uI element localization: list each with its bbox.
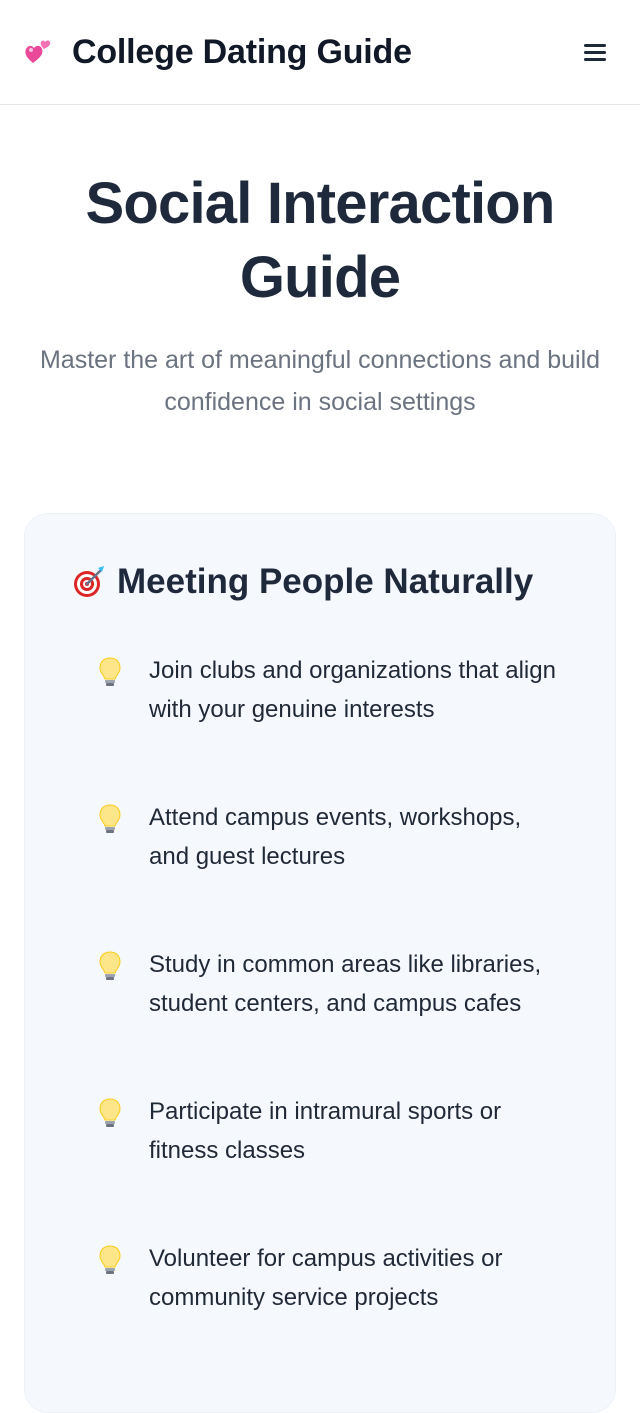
target-icon [71, 564, 107, 600]
tip-text: Participate in intramural sports or fitn… [149, 1098, 502, 1164]
section-title: Meeting People Naturally [117, 562, 534, 601]
tip-item: Attend campus events, workshops, and gue… [97, 799, 567, 876]
lightbulb-icon [97, 1244, 123, 1276]
tip-item: Participate in intramural sports or fitn… [97, 1093, 567, 1170]
main-content: Social Interaction Guide Master the art … [0, 105, 640, 1413]
hero-section: Social Interaction Guide Master the art … [0, 105, 640, 423]
tip-item: Join clubs and organizations that align … [97, 652, 567, 729]
menu-line [584, 58, 606, 61]
tips-list: Join clubs and organizations that align … [97, 652, 567, 1317]
site-header: College Dating Guide [0, 0, 640, 105]
tip-text: Join clubs and organizations that align … [149, 657, 556, 723]
section-heading: Meeting People Naturally [71, 562, 533, 602]
menu-line [584, 44, 606, 47]
site-title: College Dating Guide [72, 32, 412, 71]
hamburger-menu-icon[interactable] [584, 42, 606, 62]
menu-line [584, 51, 606, 54]
lightbulb-icon [97, 1097, 123, 1129]
lightbulb-icon [97, 803, 123, 835]
tip-item: Volunteer for campus activities or commu… [97, 1240, 567, 1317]
tip-text: Volunteer for campus activities or commu… [149, 1245, 503, 1311]
brand[interactable]: College Dating Guide [24, 33, 412, 72]
page-title: Social Interaction Guide [85, 171, 555, 310]
page-subtitle: Master the art of meaningful connections… [39, 346, 601, 416]
tip-text: Attend campus events, workshops, and gue… [149, 804, 522, 870]
tip-text: Study in common areas like libraries, st… [149, 951, 542, 1017]
tip-item: Study in common areas like libraries, st… [97, 946, 567, 1023]
two-hearts-icon [24, 37, 54, 67]
lightbulb-icon [97, 950, 123, 982]
lightbulb-icon [97, 656, 123, 688]
meeting-people-card: Meeting People Naturally Join clubs and … [24, 513, 616, 1413]
